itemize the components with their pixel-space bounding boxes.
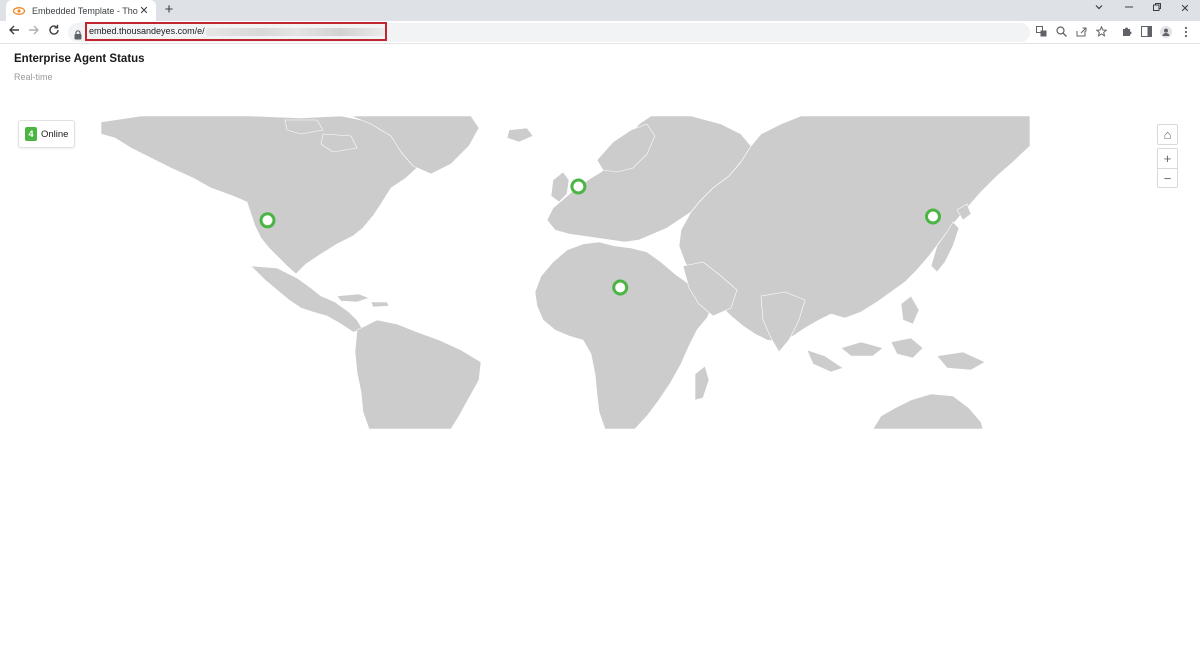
translate-icon[interactable] xyxy=(1035,26,1047,38)
new-tab-button[interactable]: + xyxy=(160,1,178,19)
map-home-button[interactable]: ⌂ xyxy=(1158,125,1177,144)
zoom-in-button[interactable]: + xyxy=(1158,149,1177,168)
north-america-landmass xyxy=(100,115,422,275)
forward-icon[interactable] xyxy=(26,24,42,40)
southeast-asia-islands xyxy=(890,337,924,359)
redacted-url-segment xyxy=(205,27,385,36)
page-subtitle: Real-time xyxy=(14,72,53,82)
iceland xyxy=(506,127,534,143)
thousandeyes-favicon-icon xyxy=(12,6,26,16)
url-text: embed.thousandeyes.com/e/ xyxy=(89,26,205,36)
window-close-icon[interactable]: ✕ xyxy=(1171,0,1199,21)
address-bar[interactable]: embed.thousandeyes.com/e/ xyxy=(68,22,1030,42)
share-icon[interactable] xyxy=(1075,26,1087,38)
zoom-out-button[interactable]: − xyxy=(1158,168,1177,187)
caribbean-island xyxy=(370,301,390,308)
world-map-svg xyxy=(100,115,1031,430)
restore-icon[interactable] xyxy=(1143,0,1171,21)
profile-avatar-icon[interactable] xyxy=(1160,26,1172,38)
back-icon[interactable] xyxy=(6,24,22,40)
page-title: Enterprise Agent Status xyxy=(14,53,145,65)
online-label: Online xyxy=(41,128,69,140)
tab-title: Embedded Template - Thousand xyxy=(32,5,138,16)
online-status-badge[interactable]: 4 Online xyxy=(18,120,75,148)
map-home-control: ⌂ xyxy=(1157,124,1178,145)
south-america-landmass xyxy=(354,319,482,430)
browser-toolbar: embed.thousandeyes.com/e/ xyxy=(0,21,1200,44)
madagascar xyxy=(694,365,710,401)
side-panel-icon[interactable] xyxy=(1140,26,1152,38)
reload-icon[interactable] xyxy=(46,24,62,40)
australia-landmass xyxy=(872,393,984,430)
world-map[interactable] xyxy=(100,115,1031,430)
agent-marker-central-africa[interactable] xyxy=(612,279,629,296)
caribbean-island xyxy=(336,293,370,303)
tab-strip: Embedded Template - Thousand ✕ + ✕ xyxy=(0,0,1200,21)
new-guinea xyxy=(936,351,986,371)
menu-kebab-icon[interactable] xyxy=(1180,26,1192,38)
lock-icon xyxy=(74,27,84,40)
southeast-asia-islands xyxy=(840,341,884,357)
agent-marker-los-angeles[interactable] xyxy=(259,212,276,229)
agent-marker-tokyo[interactable] xyxy=(925,208,941,225)
bookmark-star-icon[interactable] xyxy=(1094,25,1108,38)
zoom-icon[interactable] xyxy=(1055,26,1067,38)
tab-close-icon[interactable]: ✕ xyxy=(138,4,150,17)
url-field[interactable]: embed.thousandeyes.com/e/ xyxy=(85,22,387,41)
agent-marker-paris[interactable] xyxy=(570,178,587,195)
extensions-icon[interactable] xyxy=(1120,26,1132,38)
philippines xyxy=(900,295,920,325)
indonesia xyxy=(806,349,844,373)
minimize-icon[interactable] xyxy=(1115,0,1143,21)
browser-tab[interactable]: Embedded Template - Thousand ✕ xyxy=(6,0,156,21)
tab-search-icon[interactable] xyxy=(1085,0,1113,21)
map-zoom-control: + − xyxy=(1157,148,1178,188)
online-count: 4 xyxy=(25,127,37,141)
